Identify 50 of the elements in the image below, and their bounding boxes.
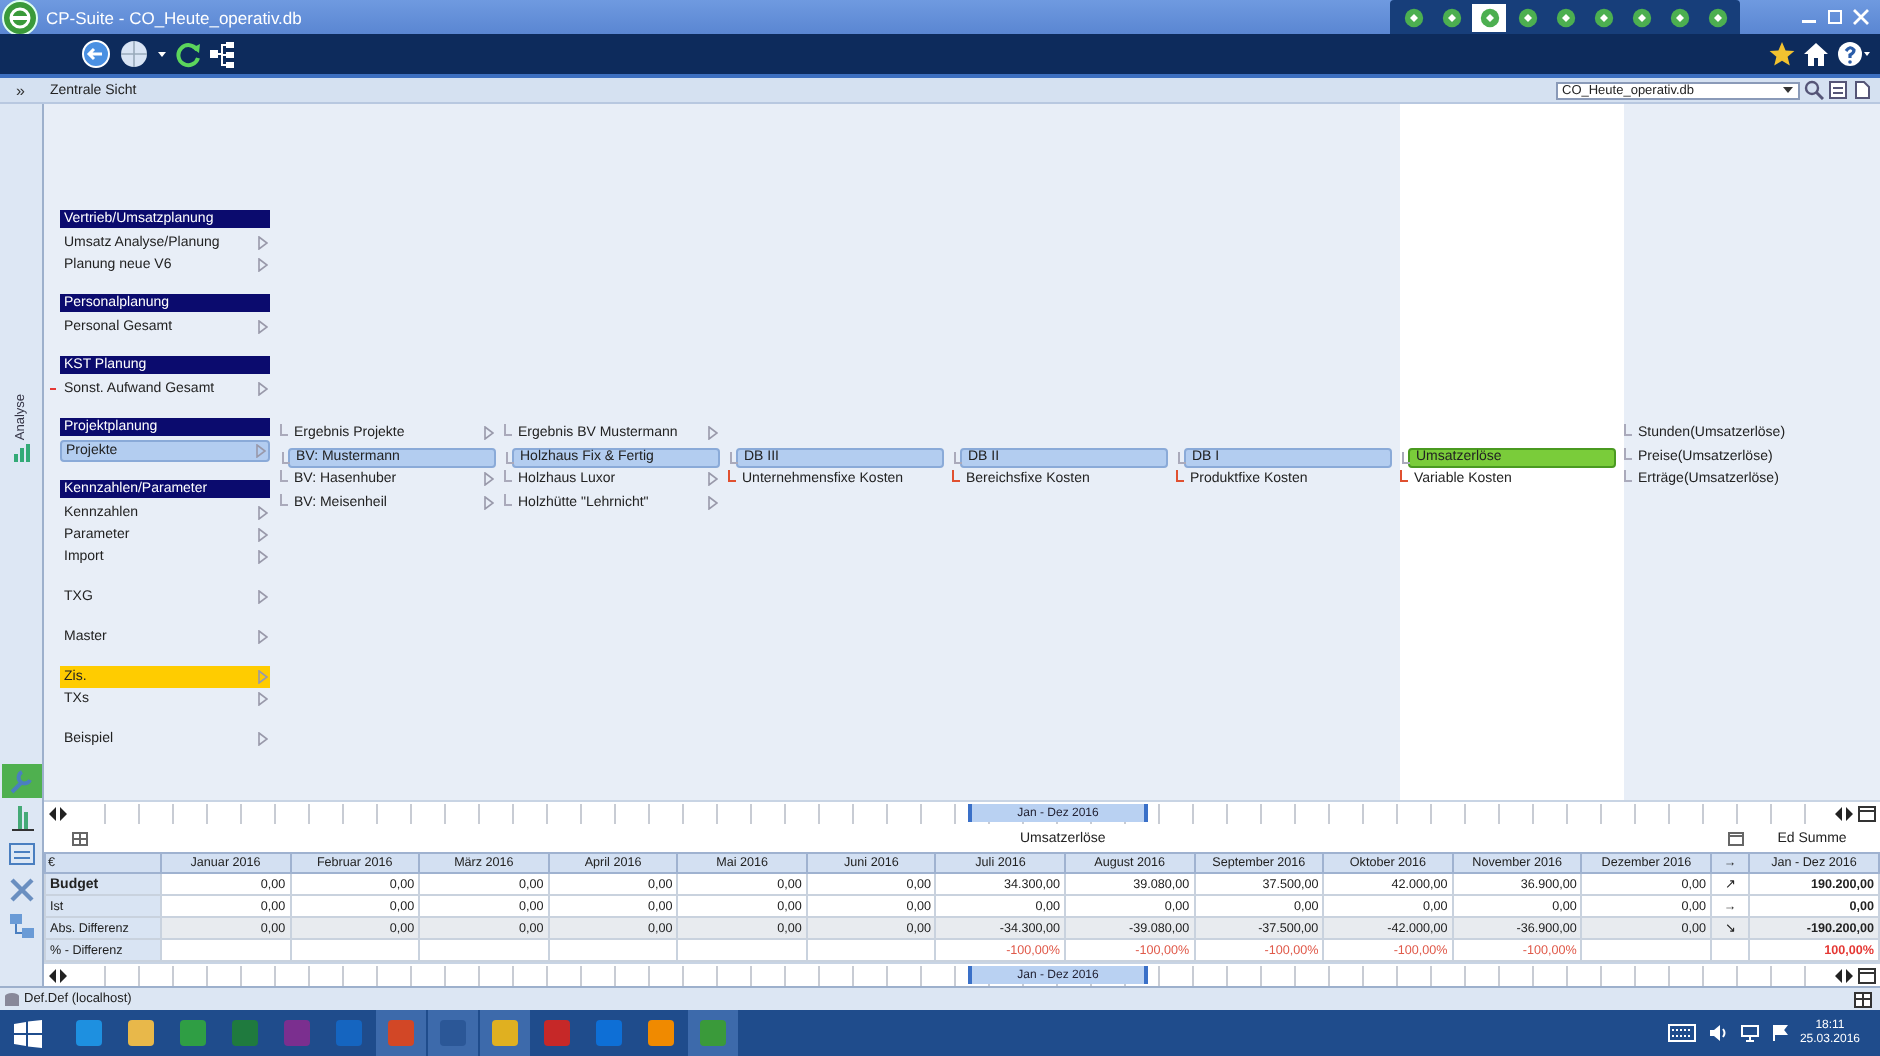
tree-icon[interactable] <box>208 40 236 68</box>
module-icon <box>1479 7 1499 27</box>
globe-icon[interactable] <box>118 40 150 68</box>
window-icon[interactable] <box>1728 831 1744 846</box>
module-icon <box>1517 7 1537 27</box>
chart-icon <box>12 444 30 463</box>
taskbar-app[interactable] <box>480 1010 530 1056</box>
collapse-button[interactable]: » <box>16 81 40 99</box>
refresh-icon[interactable] <box>174 40 202 68</box>
module-icon <box>1403 7 1423 27</box>
help-icon[interactable] <box>1836 40 1872 68</box>
module-button[interactable] <box>1472 3 1506 31</box>
network-icon[interactable] <box>1739 1024 1760 1042</box>
grid-icon[interactable] <box>72 831 88 846</box>
scroll-arrows-icon[interactable] <box>48 967 68 984</box>
windows-start-icon[interactable] <box>12 1017 44 1049</box>
table-icon <box>5 837 37 869</box>
module-icon <box>1593 7 1613 27</box>
expand-arrow-icon[interactable] <box>258 590 268 604</box>
caret-icon <box>1782 84 1794 96</box>
back-icon[interactable] <box>80 40 112 68</box>
scroll-arrows-icon[interactable] <box>1834 967 1854 984</box>
keyboard-icon[interactable] <box>1667 1024 1696 1042</box>
app-logo-icon <box>2 0 38 35</box>
expand-arrow-icon[interactable] <box>258 320 268 334</box>
cross-tools-icon <box>5 873 37 905</box>
expand-arrow-icon[interactable] <box>484 426 494 441</box>
module-icon <box>1631 7 1651 27</box>
list-icon[interactable] <box>1828 80 1848 100</box>
flag-icon[interactable] <box>1771 1024 1788 1042</box>
expand-arrow-icon[interactable] <box>708 426 718 441</box>
wrench-icon <box>5 765 37 797</box>
star-icon[interactable] <box>1768 40 1796 68</box>
volume-icon[interactable] <box>1707 1024 1728 1042</box>
expand-arrow-icon[interactable] <box>258 382 268 396</box>
expand-arrow-icon[interactable] <box>258 630 268 644</box>
home-icon[interactable] <box>1802 40 1830 68</box>
window-title: CP-Suite - CO_Heute_operativ.db <box>46 7 302 27</box>
module-icon <box>1555 7 1575 27</box>
module-icon <box>1707 7 1727 27</box>
search-icon[interactable] <box>1804 80 1824 100</box>
maximize-icon[interactable] <box>1826 8 1844 26</box>
close-icon[interactable] <box>1852 8 1870 26</box>
scroll-arrows-icon[interactable] <box>48 805 68 822</box>
module-icon <box>1669 7 1689 27</box>
scroll-arrows-icon[interactable] <box>1834 805 1854 822</box>
hierarchy-icon <box>5 909 37 941</box>
expand-arrow-icon[interactable] <box>258 732 268 746</box>
layout-icon[interactable] <box>1854 991 1872 1007</box>
module-icon <box>1441 7 1461 27</box>
